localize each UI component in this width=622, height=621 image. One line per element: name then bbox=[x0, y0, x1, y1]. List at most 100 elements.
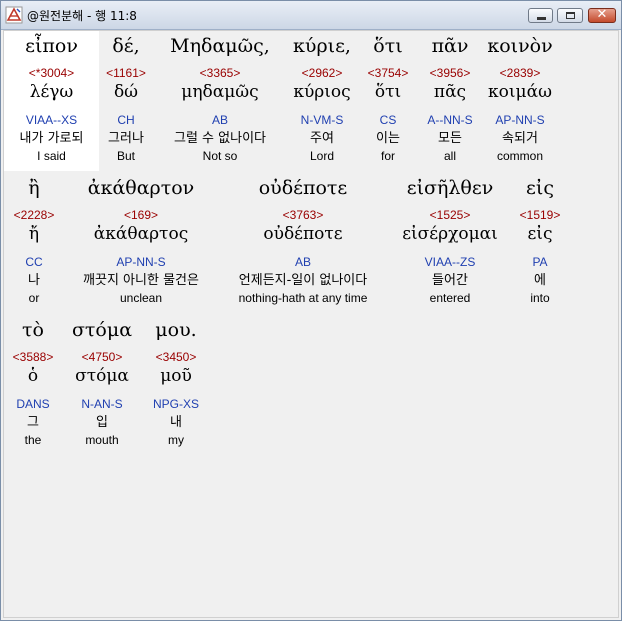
lemma: στόμα bbox=[75, 366, 129, 386]
korean-gloss: 에 bbox=[534, 273, 546, 288]
strong-number[interactable]: <3763> bbox=[222, 208, 384, 222]
korean-gloss: 이는 bbox=[376, 131, 400, 146]
english-gloss: mouth bbox=[85, 433, 119, 447]
greek-word: εἰσῆλθεν bbox=[406, 177, 494, 199]
maximize-button[interactable] bbox=[557, 8, 583, 23]
minimize-button[interactable] bbox=[528, 8, 553, 23]
lemma: ὁ bbox=[27, 366, 39, 386]
morphology-code[interactable]: A--NN-S bbox=[420, 113, 480, 127]
lemma: κύριος bbox=[293, 82, 351, 102]
strong-number[interactable]: <3956> bbox=[420, 66, 480, 80]
lemma: λέγω bbox=[29, 82, 74, 102]
strong-number[interactable]: <1525> bbox=[392, 208, 508, 222]
word-block[interactable]: κοινὸν <2839> κοιμάω AP-NN-S 속되거 common bbox=[484, 31, 556, 171]
english-gloss: or bbox=[28, 291, 40, 305]
english-gloss: Not so bbox=[202, 149, 238, 163]
korean-gloss: 나 bbox=[28, 273, 40, 288]
korean-gloss: 그 bbox=[27, 415, 39, 430]
greek-word: στόμα bbox=[71, 319, 133, 341]
close-button[interactable]: ✕ bbox=[588, 7, 616, 23]
morphology-code[interactable]: DANS bbox=[6, 397, 60, 411]
word-block[interactable]: ἀκάθαρτον <169> ἀκάθαρτος AP-NN-S 깨끗지 아니… bbox=[68, 173, 214, 313]
morphology-code[interactable]: AP-NN-S bbox=[484, 113, 556, 127]
greek-word: ἢ bbox=[28, 177, 40, 199]
english-gloss: But bbox=[116, 149, 135, 163]
korean-gloss: 그럴 수 없나이다 bbox=[174, 131, 266, 146]
lemma: εἰς bbox=[527, 224, 553, 244]
english-gloss: all bbox=[443, 149, 456, 163]
word-block[interactable]: εἶπον <*3004> λέγω VIAA--XS 내가 가로되 I sai… bbox=[4, 31, 99, 171]
english-gloss: my bbox=[168, 433, 184, 447]
lemma: κοιμάω bbox=[488, 82, 552, 102]
word-block[interactable]: τὸ <3588> ὁ DANS 그 the bbox=[6, 315, 60, 455]
greek-word: κύριε, bbox=[293, 35, 351, 57]
strong-number[interactable]: <1161> bbox=[96, 66, 156, 80]
close-icon: ✕ bbox=[596, 7, 608, 22]
english-gloss: Lord bbox=[309, 149, 335, 163]
korean-gloss: 깨끗지 아니한 물건은 bbox=[83, 273, 199, 288]
morphology-code[interactable]: CH bbox=[96, 113, 156, 127]
greek-word: εἰς bbox=[526, 177, 554, 199]
strong-number[interactable]: <2839> bbox=[484, 66, 556, 80]
lemma: ὅτι bbox=[374, 82, 402, 102]
word-block[interactable]: εἰς <1519> εἰς PA 에 into bbox=[512, 173, 568, 313]
strong-number[interactable]: <2228> bbox=[6, 208, 62, 222]
strong-number[interactable]: <3365> bbox=[160, 66, 280, 80]
english-gloss: unclean bbox=[119, 291, 163, 305]
strong-number[interactable]: <3588> bbox=[6, 350, 60, 364]
morphology-code[interactable]: AB bbox=[222, 255, 384, 269]
greek-word: τὸ bbox=[22, 319, 44, 341]
title-bar[interactable]: @원전분해 - 행 11:8 ✕ bbox=[1, 1, 621, 30]
english-gloss: into bbox=[530, 291, 550, 305]
morphology-code[interactable]: N-AN-S bbox=[66, 397, 138, 411]
morphology-code[interactable]: CS bbox=[362, 113, 414, 127]
morphology-code[interactable]: VIAA--ZS bbox=[392, 255, 508, 269]
strong-number[interactable]: <4750> bbox=[66, 350, 138, 364]
morphology-code[interactable]: PA bbox=[512, 255, 568, 269]
strong-number[interactable]: <*3004> bbox=[4, 66, 99, 80]
english-gloss: common bbox=[496, 149, 543, 163]
word-block[interactable]: μου. <3450> μοῦ NPG-XS 내 my bbox=[144, 315, 208, 455]
english-gloss: the bbox=[24, 433, 42, 447]
interlinear-view: εἶπον <*3004> λέγω VIAA--XS 내가 가로되 I sai… bbox=[3, 30, 619, 618]
morphology-code[interactable]: CC bbox=[6, 255, 62, 269]
word-block[interactable]: ὅτι <3754> ὅτι CS 이는 for bbox=[362, 31, 414, 171]
english-gloss: nothing-hath at any time bbox=[238, 291, 368, 305]
lemma: ἀκάθαρτος bbox=[93, 224, 189, 244]
app-icon[interactable] bbox=[5, 6, 23, 24]
lemma: δώ bbox=[113, 82, 139, 102]
minimize-icon bbox=[537, 17, 546, 20]
lemma: εἰσέρχομαι bbox=[402, 224, 498, 244]
word-block[interactable]: Μηδαμῶς, <3365> μηδαμῶς AB 그럴 수 없나이다 Not… bbox=[160, 31, 280, 171]
strong-number[interactable]: <169> bbox=[68, 208, 214, 222]
word-block[interactable]: πᾶν <3956> πᾶς A--NN-S 모든 all bbox=[420, 31, 480, 171]
korean-gloss: 내 bbox=[170, 415, 182, 430]
english-gloss: for bbox=[380, 149, 395, 163]
word-block[interactable]: οὐδέποτε <3763> οὐδέποτε AB 언제든지-일이 없나이다… bbox=[222, 173, 384, 313]
word-block[interactable]: κύριε, <2962> κύριος N-VM-S 주여 Lord bbox=[288, 31, 356, 171]
korean-gloss: 모든 bbox=[438, 131, 462, 146]
morphology-code[interactable]: VIAA--XS bbox=[4, 113, 99, 127]
morphology-code[interactable]: AB bbox=[160, 113, 280, 127]
greek-word: ὅτι bbox=[373, 35, 403, 57]
word-block[interactable]: ἢ <2228> ἤ CC 나 or bbox=[6, 173, 62, 313]
korean-gloss: 주여 bbox=[310, 131, 334, 146]
korean-gloss: 내가 가로되 bbox=[19, 131, 84, 146]
word-block[interactable]: εἰσῆλθεν <1525> εἰσέρχομαι VIAA--ZS 들어간 … bbox=[392, 173, 508, 313]
lemma: μηδαμῶς bbox=[181, 82, 259, 102]
word-block[interactable]: δέ, <1161> δώ CH 그러나 But bbox=[96, 31, 156, 171]
greek-word: ἀκάθαρτον bbox=[87, 177, 195, 199]
morphology-code[interactable]: AP-NN-S bbox=[68, 255, 214, 269]
morphology-code[interactable]: N-VM-S bbox=[288, 113, 356, 127]
strong-number[interactable]: <3754> bbox=[362, 66, 414, 80]
korean-gloss: 언제든지-일이 없나이다 bbox=[238, 273, 368, 288]
strong-number[interactable]: <1519> bbox=[512, 208, 568, 222]
english-gloss: entered bbox=[429, 291, 471, 305]
word-block[interactable]: στόμα <4750> στόμα N-AN-S 입 mouth bbox=[66, 315, 138, 455]
morphology-code[interactable]: NPG-XS bbox=[144, 397, 208, 411]
strong-number[interactable]: <2962> bbox=[288, 66, 356, 80]
greek-word: δέ, bbox=[112, 35, 140, 57]
strong-number[interactable]: <3450> bbox=[144, 350, 208, 364]
greek-word: πᾶν bbox=[431, 35, 469, 57]
lemma: μοῦ bbox=[160, 366, 192, 386]
